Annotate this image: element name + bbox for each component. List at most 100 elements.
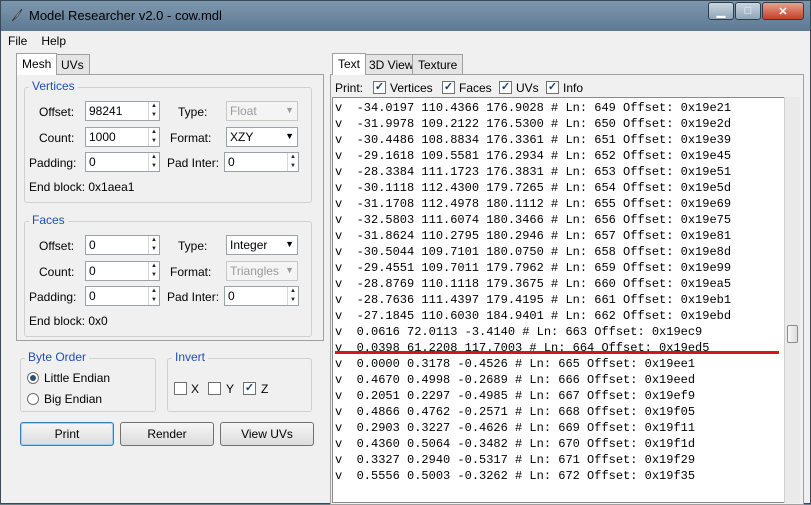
vertices-offset-spinner[interactable]: 98241 ▲ ▼	[85, 101, 160, 121]
tab-mesh[interactable]: Mesh	[16, 53, 58, 75]
vertices-padding-label: Padding:	[29, 156, 77, 170]
little-endian-radio[interactable]	[27, 372, 39, 384]
vertices-offset-label: Offset:	[39, 105, 75, 119]
text-line: v -31.9978 109.2122 176.5300 # Ln: 650 O…	[335, 117, 732, 131]
text-line: v -28.7636 111.4397 179.4195 # Ln: 661 O…	[335, 293, 732, 307]
close-icon[interactable]: ✕	[762, 2, 804, 20]
feather-quill-icon	[11, 8, 23, 22]
faces-format-label: Format:	[170, 265, 212, 279]
invert-y-label[interactable]: Y	[226, 382, 234, 396]
print-info-label[interactable]: Info	[563, 81, 583, 95]
print-vertices-label[interactable]: Vertices	[390, 81, 433, 95]
scrollbar-thumb[interactable]	[787, 325, 798, 343]
text-line: v 0.4866 0.4762 -0.2571 # Ln: 668 Offset…	[335, 405, 696, 419]
spinner-arrows-icon[interactable]: ▲ ▼	[148, 236, 159, 254]
text-line: v -32.5803 111.6074 180.3466 # Ln: 656 O…	[335, 213, 732, 227]
title-bar[interactable]: Model Researcher v2.0 - cow.mdl ▁ □ ✕	[1, 1, 810, 31]
spinner-arrows-icon[interactable]: ▲ ▼	[287, 153, 298, 171]
vertices-format-select[interactable]: XZY ▼	[226, 127, 298, 147]
vertices-padinter-label: Pad Inter:	[167, 156, 220, 170]
render-button[interactable]: Render	[120, 422, 214, 446]
text-line: v 0.0616 72.0113 -3.4140 # Ln: 663 Offse…	[335, 325, 703, 339]
spinner-arrows-icon[interactable]: ▲ ▼	[287, 287, 298, 305]
maximize-icon[interactable]: □	[735, 2, 761, 20]
highlight-underline	[335, 351, 779, 354]
vertices-padding-spinner[interactable]: 0 ▲ ▼	[85, 152, 160, 172]
big-endian-label[interactable]: Big Endian	[44, 392, 102, 406]
text-line: v -31.8624 110.2795 180.2946 # Ln: 657 O…	[335, 229, 732, 243]
menu-bar: File Help	[1, 31, 810, 51]
invert-z-label[interactable]: Z	[261, 382, 268, 396]
text-line: v 0.3327 0.2940 -0.5317 # Ln: 671 Offset…	[335, 453, 696, 467]
text-line: v -31.1708 112.4978 180.1112 # Ln: 655 O…	[335, 197, 732, 211]
menu-help[interactable]: Help	[34, 31, 73, 51]
text-line: v -30.5044 109.7101 180.0750 # Ln: 658 O…	[335, 245, 732, 259]
print-faces-label[interactable]: Faces	[459, 81, 492, 95]
invert-y-checkbox[interactable]	[208, 382, 221, 395]
text-line: v -28.8769 110.1118 179.3675 # Ln: 660 O…	[335, 277, 732, 291]
faces-type-select[interactable]: Integer ▼	[226, 235, 298, 255]
vertices-count-label: Count:	[39, 131, 75, 145]
faces-padinter-spinner[interactable]: 0 ▲ ▼	[224, 286, 299, 306]
minimize-icon[interactable]: ▁	[708, 2, 734, 20]
chevron-down-icon: ▼	[285, 265, 294, 275]
chevron-down-icon: ▼	[285, 131, 294, 141]
print-faces-checkbox[interactable]: ✓	[442, 81, 455, 94]
big-endian-radio[interactable]	[27, 393, 39, 405]
text-line: v -30.1118 112.4300 179.7265 # Ln: 654 O…	[335, 181, 732, 195]
menu-file[interactable]: File	[1, 31, 34, 51]
print-uvs-checkbox[interactable]: ✓	[499, 81, 512, 94]
spinner-arrows-icon[interactable]: ▲ ▼	[148, 287, 159, 305]
text-line: v -28.3384 111.1723 176.3831 # Ln: 653 O…	[335, 165, 732, 179]
faces-padding-spinner[interactable]: 0 ▲ ▼	[85, 286, 160, 306]
print-vertices-checkbox[interactable]: ✓	[373, 81, 386, 94]
faces-count-spinner[interactable]: 0 ▲ ▼	[85, 261, 160, 281]
view-uvs-button[interactable]: View UVs	[220, 422, 314, 446]
window-title: Model Researcher v2.0 - cow.mdl	[29, 8, 222, 23]
spinner-arrows-icon[interactable]: ▲ ▼	[148, 128, 159, 146]
text-line: v 0.2903 0.3227 -0.4626 # Ln: 669 Offset…	[335, 421, 696, 435]
spinner-arrows-icon[interactable]: ▲ ▼	[148, 153, 159, 171]
tab-text[interactable]: Text	[332, 53, 367, 75]
spinner-arrows-icon[interactable]: ▲ ▼	[148, 262, 159, 280]
chevron-down-icon: ▼	[285, 105, 294, 115]
print-uvs-label[interactable]: UVs	[516, 81, 539, 95]
text-line: v 0.2051 0.2297 -0.4985 # Ln: 667 Offset…	[335, 389, 696, 403]
faces-format-select: Triangles ▼	[226, 261, 298, 281]
tab-3d-view[interactable]: 3D View	[363, 54, 420, 75]
byte-order-title: Byte Order	[25, 350, 90, 364]
print-button[interactable]: Print	[20, 422, 114, 446]
text-line: v -30.4486 108.8834 176.3361 # Ln: 651 O…	[335, 133, 732, 147]
vertical-scrollbar[interactable]	[784, 97, 800, 503]
output-text-area[interactable]: v -34.0197 110.4366 176.9028 # Ln: 649 O…	[332, 97, 800, 503]
vertices-group-title: Vertices	[29, 79, 78, 93]
invert-x-checkbox[interactable]	[174, 382, 187, 395]
print-info-checkbox[interactable]: ✓	[546, 81, 559, 94]
print-options-label: Print:	[335, 81, 364, 95]
invert-x-label[interactable]: X	[191, 382, 199, 396]
text-line: v 0.4360 0.5064 -0.3482 # Ln: 670 Offset…	[335, 437, 696, 451]
text-line: v -29.4551 109.7011 179.7962 # Ln: 659 O…	[335, 261, 732, 275]
tab-texture[interactable]: Texture	[412, 54, 464, 75]
vertices-padinter-spinner[interactable]: 0 ▲ ▼	[224, 152, 299, 172]
text-line: v 0.4670 0.4998 -0.2689 # Ln: 666 Offset…	[335, 373, 696, 387]
spinner-arrows-icon[interactable]: ▲ ▼	[148, 102, 159, 120]
tab-uvs[interactable]: UVs	[55, 54, 90, 75]
text-line: v -29.1618 109.5581 176.2934 # Ln: 652 O…	[335, 149, 732, 163]
faces-offset-label: Offset:	[39, 239, 75, 253]
faces-offset-spinner[interactable]: 0 ▲ ▼	[85, 235, 160, 255]
text-line: v -27.1845 110.6030 184.9401 # Ln: 662 O…	[335, 309, 732, 323]
window-controls: ▁ □ ✕	[707, 2, 804, 20]
vertices-count-spinner[interactable]: 1000 ▲ ▼	[85, 127, 160, 147]
invert-group: Invert	[167, 350, 312, 412]
invert-z-checkbox[interactable]: ✓	[243, 382, 256, 395]
invert-title: Invert	[172, 350, 209, 364]
faces-padinter-label: Pad Inter:	[167, 290, 220, 304]
faces-group-title: Faces	[29, 213, 68, 227]
faces-type-label: Type:	[178, 239, 208, 253]
chevron-down-icon: ▼	[285, 239, 294, 249]
vertices-type-select: Float ▼	[226, 101, 298, 121]
little-endian-label[interactable]: Little Endian	[44, 371, 110, 385]
vertices-type-label: Type:	[178, 105, 208, 119]
vertices-format-label: Format:	[170, 131, 212, 145]
